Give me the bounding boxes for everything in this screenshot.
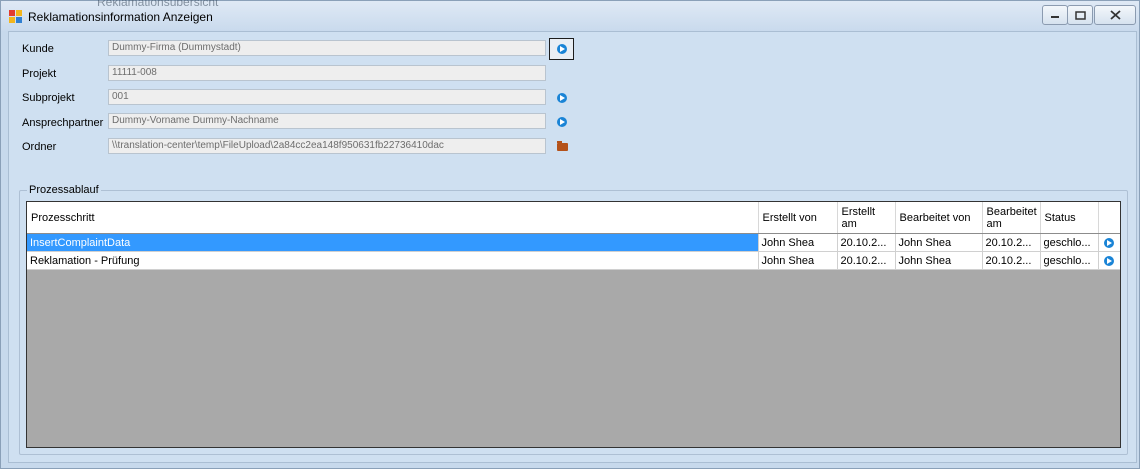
arrow-circle-icon (1104, 237, 1114, 248)
minimize-icon (1051, 16, 1059, 18)
row-open-button[interactable] (1098, 251, 1120, 270)
column-header-prozesschritt[interactable]: Prozesschritt (27, 202, 759, 234)
kunde-field[interactable]: Dummy-Firma (Dummystadt) (108, 40, 546, 56)
background-window-title: Reklamationsübersicht (97, 0, 219, 9)
ordner-field[interactable]: \\translation-center\temp\FileUpload\2a8… (108, 138, 546, 154)
kunde-open-button[interactable] (549, 38, 574, 60)
cell-erstellt-am[interactable]: 20.10.2... (837, 251, 896, 270)
ansprechpartner-open-icon[interactable] (557, 117, 567, 127)
window-title: Reklamationsinformation Anzeigen (28, 10, 213, 24)
ordner-label: Ordner (22, 141, 57, 153)
column-header-erstellt-am[interactable]: Erstellt am (837, 202, 896, 234)
arrow-circle-icon (1104, 255, 1114, 266)
cell-erstellt-am[interactable]: 20.10.2... (837, 233, 896, 252)
subprojekt-field[interactable]: 001 (108, 89, 546, 105)
column-header-bearbeitet-am[interactable]: Bearbeitet am (982, 202, 1041, 234)
prozessablauf-title: Prozessablauf (27, 184, 101, 196)
table-row[interactable]: InsertComplaintData John Shea 20.10.2...… (27, 233, 1120, 252)
app-icon (9, 10, 22, 23)
cell-bearbeitet-am[interactable]: 20.10.2... (982, 251, 1041, 270)
ansprechpartner-label: Ansprechpartner (22, 117, 104, 129)
column-header-status[interactable]: Status (1040, 202, 1099, 234)
cell-bearbeitet-am[interactable]: 20.10.2... (982, 233, 1041, 252)
cell-status[interactable]: geschlo... (1040, 251, 1099, 270)
close-icon (1109, 10, 1121, 20)
subprojekt-label: Subprojekt (22, 92, 75, 104)
projekt-field[interactable]: 11111-008 (108, 65, 546, 81)
dialog-window: Reklamationsübersicht Reklamationsinform… (0, 0, 1140, 469)
table-row[interactable]: Reklamation - Prüfung John Shea 20.10.2.… (27, 251, 1120, 270)
title-bar[interactable]: Reklamationsübersicht Reklamationsinform… (1, 0, 1139, 31)
cell-prozesschritt[interactable]: Reklamation - Prüfung (27, 251, 759, 270)
arrow-circle-icon (556, 44, 567, 54)
maximize-button[interactable] (1067, 5, 1093, 25)
ansprechpartner-field[interactable]: Dummy-Vorname Dummy-Nachname (108, 113, 546, 129)
projekt-label: Projekt (22, 68, 57, 80)
folder-icon[interactable] (557, 141, 568, 151)
column-header-action (1098, 202, 1120, 234)
cell-prozesschritt[interactable]: InsertComplaintData (27, 233, 759, 252)
subprojekt-open-icon[interactable] (557, 93, 567, 103)
cell-erstellt-von[interactable]: John Shea (758, 233, 838, 252)
cell-erstellt-von[interactable]: John Shea (758, 251, 838, 270)
cell-bearbeitet-von[interactable]: John Shea (895, 251, 983, 270)
close-button[interactable] (1094, 5, 1136, 25)
cell-bearbeitet-von[interactable]: John Shea (895, 233, 983, 252)
process-grid[interactable]: Prozesschritt Erstellt von Erstellt am B… (26, 201, 1121, 448)
maximize-icon (1074, 10, 1086, 20)
cell-status[interactable]: geschlo... (1040, 233, 1099, 252)
row-open-button[interactable] (1098, 233, 1120, 252)
minimize-button[interactable] (1042, 5, 1068, 25)
column-header-erstellt-von[interactable]: Erstellt von (758, 202, 838, 234)
column-header-bearbeitet-von[interactable]: Bearbeitet von (895, 202, 983, 234)
kunde-label: Kunde (22, 43, 54, 55)
